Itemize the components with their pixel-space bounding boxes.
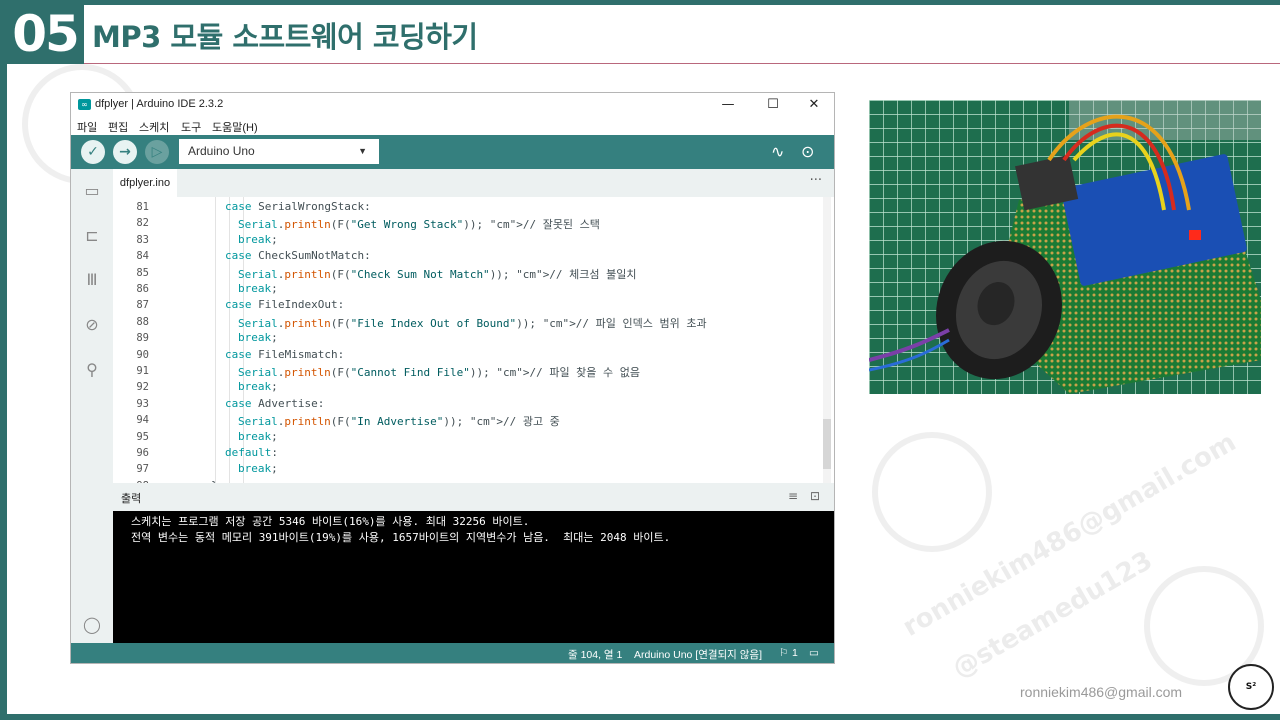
code-line: case SerialWrongStack:	[225, 200, 371, 213]
slide-title: MP3 모듈 소프트웨어 코딩하기	[92, 20, 478, 54]
clear-output-icon[interactable]: ≡	[788, 489, 798, 503]
line-number: 82	[136, 217, 149, 230]
window-title: dfplyer | Arduino IDE 2.3.2	[95, 98, 224, 110]
serial-monitor-icon[interactable]: ⊙	[801, 142, 814, 161]
chevron-down-icon: ▼	[358, 146, 367, 156]
line-number: 83	[136, 233, 149, 246]
indent-guide	[229, 197, 230, 483]
arduino-logo-icon: ∞	[78, 99, 91, 110]
watermark-badge	[872, 432, 992, 552]
lock-icon[interactable]: ⊡	[810, 489, 820, 503]
notification-icon[interactable]: ⚐	[779, 647, 788, 659]
code-line: case FileMismatch:	[225, 347, 345, 361]
boards-manager-icon[interactable]: ⊏	[82, 226, 102, 246]
line-number: 95	[136, 430, 149, 443]
line-number: 81	[136, 201, 149, 213]
account-icon[interactable]: ◯	[82, 615, 102, 635]
title-bar: ∞ dfplyer | Arduino IDE 2.3.2 — ☐ ✕	[71, 93, 834, 117]
code-line: break;	[238, 380, 278, 394]
watermark-text: @steamedu123	[947, 545, 1158, 685]
code-line: Serial.println(F("File Index Out of Boun…	[238, 316, 707, 330]
debug-icon: ▷	[151, 144, 163, 160]
tab-bar: dfplyer.ino ···	[113, 169, 834, 197]
menu-edit[interactable]: 편집	[108, 119, 128, 135]
code-line: break;	[238, 331, 278, 345]
code-line: Serial.println(F("Get Wrong Stack")); "c…	[238, 218, 600, 232]
slide-bottom-border	[0, 714, 1280, 720]
line-number: 96	[136, 447, 149, 459]
board-selector[interactable]: Arduino Uno ▼	[179, 139, 379, 164]
line-number: 91	[136, 365, 149, 377]
verify-button[interactable]: ✓	[81, 140, 105, 164]
hardware-photo	[869, 100, 1261, 394]
line-number: 93	[136, 397, 149, 410]
menu-bar: 파일 편집 스케치 도구 도움말(H)	[71, 117, 834, 135]
folder-icon[interactable]: ▭	[82, 181, 102, 201]
footer-email: ronniekim486@gmail.com	[1020, 684, 1183, 700]
cursor-position: 줄 104, 열 1	[568, 649, 623, 661]
library-manager-icon[interactable]: Ⅲ	[82, 270, 102, 290]
code-line: case CheckSumNotMatch:	[225, 249, 371, 263]
code-line: case Advertise:	[225, 396, 325, 410]
debug-button[interactable]: ▷	[145, 140, 169, 164]
board-selector-label: Arduino Uno	[188, 144, 255, 158]
line-number: 84	[136, 250, 149, 263]
check-icon: ✓	[87, 144, 99, 160]
menu-file[interactable]: 파일	[77, 119, 97, 135]
search-icon[interactable]: ⚲	[82, 360, 102, 380]
arduino-speaker-photo	[869, 100, 1261, 394]
output-title: 출력	[121, 493, 142, 505]
toolbar: ✓ → ▷ Arduino Uno ▼ ∿ ⊙	[71, 135, 834, 169]
code-line: Serial.println(F("Cannot Find File")); "…	[238, 366, 641, 379]
line-number: 97	[136, 463, 149, 476]
code-line: break;	[238, 462, 278, 476]
menu-tools[interactable]: 도구	[181, 119, 201, 135]
maximize-button[interactable]: ☐	[758, 95, 788, 115]
line-number: 94	[136, 414, 149, 427]
code-editor[interactable]: 81 case SerialWrongStack: 82 Serial.println…	[113, 197, 834, 483]
line-number: 85	[136, 266, 149, 279]
indent-guide	[215, 197, 216, 483]
slide-left-border	[0, 0, 7, 720]
code-line: default:	[225, 446, 278, 459]
console-line: 전역 변수는 동적 메모리 391바이트(19%)를 사용, 1657바이트의 …	[131, 531, 671, 544]
status-bar: 줄 104, 열 1 Arduino Uno [연결되지 않음] ⚐ 1 ▭	[71, 643, 834, 663]
code-line: case FileIndexOut:	[225, 298, 345, 312]
board-status[interactable]: Arduino Uno [연결되지 않음]	[634, 647, 762, 662]
line-number: 89	[136, 332, 149, 345]
slide-top-border	[0, 0, 1280, 5]
steamedu-logo: S²	[1228, 664, 1274, 710]
editor-scrollbar-thumb[interactable]	[823, 419, 831, 469]
title-underline	[84, 63, 1280, 64]
serial-plotter-icon[interactable]: ∿	[771, 142, 784, 161]
notification-count: 1	[792, 647, 798, 659]
line-number: 87	[136, 299, 149, 312]
arrow-right-icon: →	[119, 144, 131, 160]
left-sidebar: ▭ ⊏ Ⅲ ⊘ ⚲ ◯	[71, 169, 113, 663]
tab-dfplyer[interactable]: dfplyer.ino	[113, 169, 177, 197]
code-line: break;	[238, 282, 278, 295]
code-line: Serial.println(F("In Advertise")); "cm">…	[238, 415, 560, 429]
slide-number: 05	[6, 4, 84, 64]
code-line: Serial.println(F("Check Sum Not Match"))…	[238, 267, 637, 281]
output-panel-header: 출력 ≡ ⊡	[113, 483, 834, 511]
minimize-button[interactable]: —	[713, 95, 743, 115]
code-line: break;	[238, 232, 278, 246]
arduino-ide-window: ∞ dfplyer | Arduino IDE 2.3.2 — ☐ ✕ 파일 편…	[71, 93, 834, 663]
upload-button[interactable]: →	[113, 140, 137, 164]
panel-toggle-icon[interactable]: ▭	[809, 647, 819, 659]
menu-sketch[interactable]: 스케치	[139, 119, 169, 135]
menu-help[interactable]: 도움말(H)	[212, 119, 258, 135]
close-button[interactable]: ✕	[799, 95, 829, 115]
line-number: 90	[136, 348, 149, 361]
code-line: break;	[238, 429, 278, 443]
line-number: 88	[136, 315, 149, 328]
line-number: 86	[136, 283, 149, 295]
debug-sidebar-icon[interactable]: ⊘	[82, 315, 102, 335]
console-line: 스케치는 프로그램 저장 공간 5346 바이트(16%)를 사용. 최대 32…	[131, 515, 530, 528]
line-number: 92	[136, 381, 149, 394]
more-tabs-button[interactable]: ···	[810, 169, 822, 193]
output-console: 스케치는 프로그램 저장 공간 5346 바이트(16%)를 사용. 최대 32…	[113, 511, 834, 643]
